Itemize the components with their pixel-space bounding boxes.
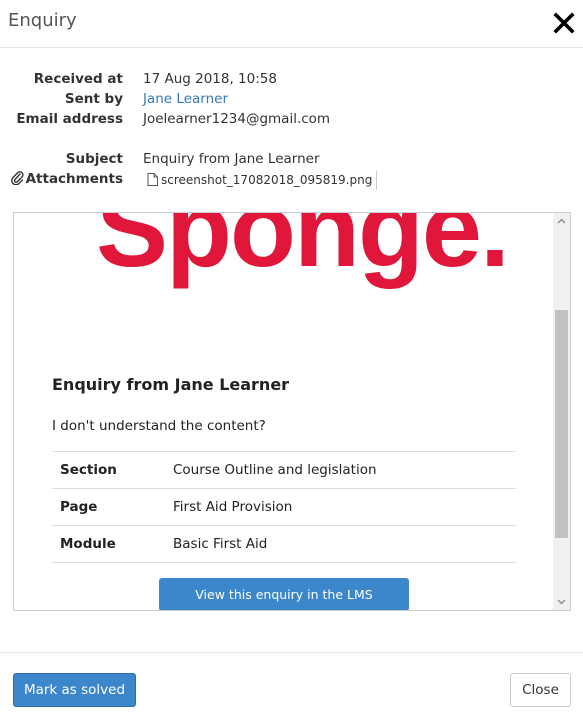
row-value: Basic First Aid: [165, 525, 516, 563]
attachment-filename: screenshot_17082018_095819.png: [161, 173, 373, 187]
sponge-logo: Sponge.: [96, 212, 510, 289]
email-row: Email address Joelearner1234@gmail.com: [0, 109, 583, 129]
received-label: Received at: [33, 71, 123, 87]
row-key: Page: [52, 488, 165, 526]
row-value: Course Outline and legislation: [165, 451, 516, 489]
received-value: 17 Aug 2018, 10:58: [143, 71, 277, 87]
sender-link[interactable]: Jane Learner: [143, 89, 228, 109]
attachment-file[interactable]: screenshot_17082018_095819.png: [143, 171, 378, 190]
file-icon: [147, 173, 158, 186]
row-key: Module: [52, 525, 165, 563]
email-label: Email address: [16, 111, 123, 127]
sent-by-row: Sent by Jane Learner: [0, 89, 583, 109]
scroll-up-icon[interactable]: [553, 213, 570, 230]
email-value: Joelearner1234@gmail.com: [143, 111, 331, 127]
dialog-header: Enquiry: [0, 0, 583, 48]
dialog-footer: Mark as solved Close: [0, 652, 583, 717]
preview-scrollbar[interactable]: [553, 213, 570, 610]
subject-value: Enquiry from Jane Learner: [143, 151, 320, 167]
scroll-thumb[interactable]: [555, 310, 568, 538]
row-key: Section: [52, 451, 165, 489]
email-body: I don't understand the content?: [52, 418, 266, 434]
close-button[interactable]: Close: [510, 673, 571, 707]
table-row: Page First Aid Provision: [52, 488, 516, 526]
subject-row: Subject Enquiry from Jane Learner: [0, 149, 583, 169]
table-row: Module Basic First Aid: [52, 525, 516, 563]
close-icon[interactable]: [553, 8, 575, 36]
received-row: Received at 17 Aug 2018, 10:58: [0, 69, 583, 89]
paperclip-icon: [10, 171, 24, 186]
email-preview[interactable]: Sponge. Enquiry from Jane Learner I don'…: [13, 212, 571, 611]
scroll-down-icon[interactable]: [553, 593, 570, 610]
enquiry-details-table: Section Course Outline and legislation P…: [52, 451, 516, 563]
dialog-title: Enquiry: [8, 10, 77, 31]
email-heading: Enquiry from Jane Learner: [52, 375, 290, 394]
table-row: Section Course Outline and legislation: [52, 451, 516, 489]
sent-by-label: Sent by: [64, 91, 123, 107]
view-in-lms-button[interactable]: View this enquiry in the LMS: [159, 578, 409, 610]
mark-as-solved-button[interactable]: Mark as solved: [13, 673, 136, 707]
attachments-label-wrap: Attachments: [3, 169, 123, 189]
subject-label: Subject: [65, 151, 123, 167]
attachments-label: Attachments: [25, 171, 123, 187]
row-value: First Aid Provision: [165, 488, 516, 526]
